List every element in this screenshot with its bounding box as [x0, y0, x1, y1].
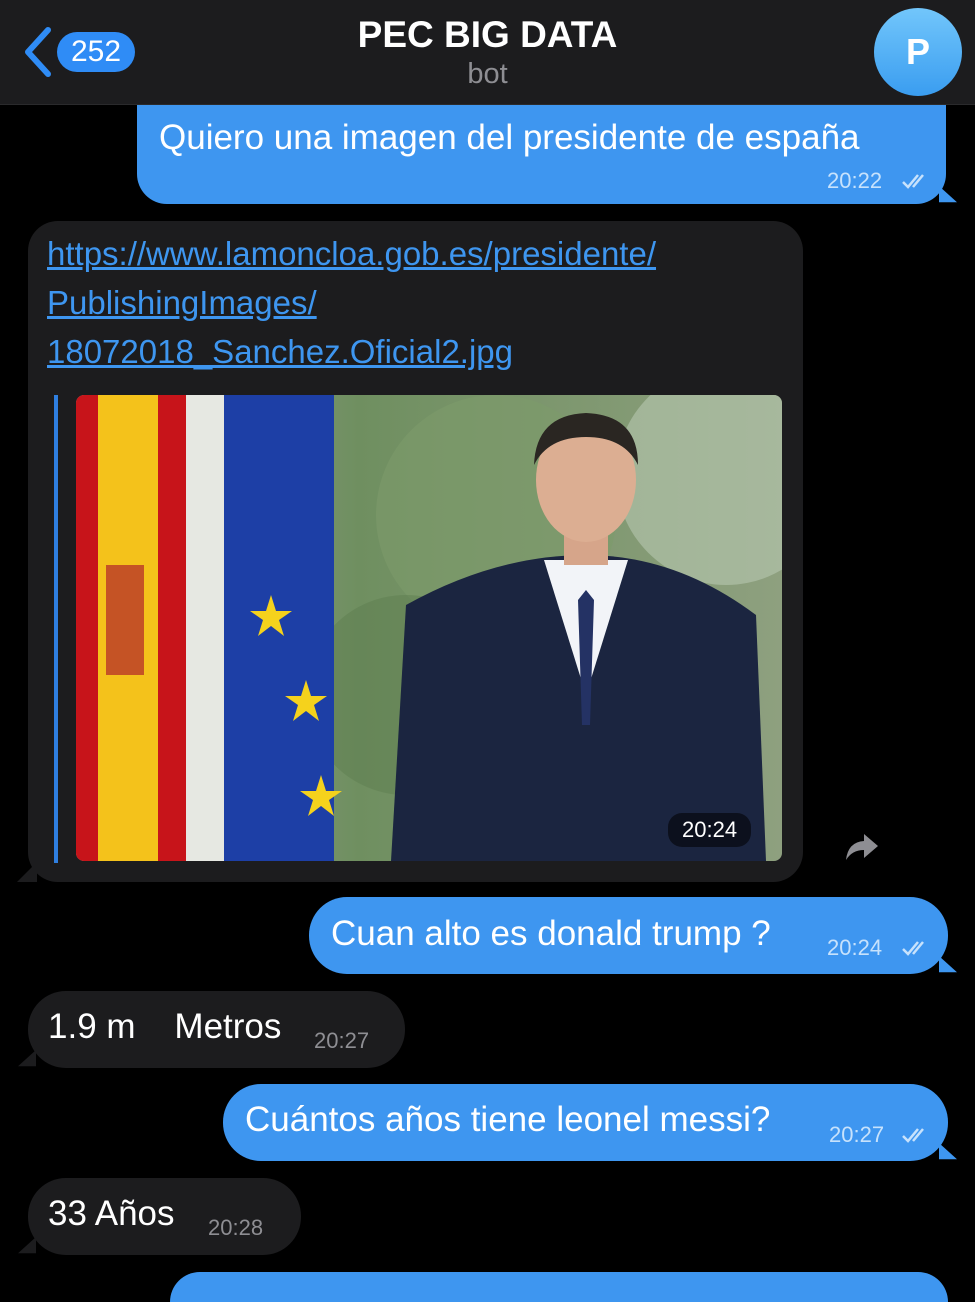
double-check-icon	[902, 941, 924, 956]
chat-header: 252 PEC BIG DATA bot P	[0, 0, 975, 105]
outgoing-message-partial[interactable]	[170, 1272, 948, 1302]
image-time: 20:24	[668, 813, 752, 847]
chat-title[interactable]: PEC BIG DATA	[0, 14, 975, 56]
link-preview-bar	[54, 395, 58, 863]
chat-subtitle: bot	[467, 58, 508, 90]
outgoing-message[interactable]: Cuan alto es donald trump ? 20:24	[309, 897, 948, 974]
message-text: 1.9 m Metros	[48, 1007, 282, 1046]
avatar[interactable]: P	[874, 8, 962, 96]
incoming-link-message[interactable]: https://www.lamoncloa.gob.es/presidente/…	[28, 221, 803, 882]
incoming-message[interactable]: 33 Años 20:28	[28, 1178, 301, 1255]
message-time: 20:27	[314, 1028, 370, 1053]
bubble-tail	[939, 956, 957, 973]
bubble-tail	[17, 862, 37, 882]
message-text: 33 Años	[48, 1194, 175, 1233]
outgoing-message[interactable]: Quiero una imagen del presidente de espa…	[137, 100, 946, 204]
bubble-tail	[18, 1050, 36, 1067]
bubble-tail	[939, 186, 957, 203]
message-time: 20:28	[208, 1215, 264, 1240]
message-link[interactable]: https://www.lamoncloa.gob.es/presidente/	[47, 229, 656, 278]
share-icon[interactable]	[844, 832, 880, 862]
message-link[interactable]: 18072018_Sanchez.Oficial2.jpg	[47, 327, 656, 376]
message-time: 20:24	[827, 935, 883, 960]
bubble-tail	[939, 1143, 957, 1160]
double-check-icon	[902, 174, 924, 189]
incoming-message[interactable]: 1.9 m Metros 20:27	[28, 991, 405, 1068]
link-preview-image[interactable]: 20:24	[76, 395, 782, 861]
president-photo	[76, 395, 782, 861]
outgoing-message[interactable]: Cuántos años tiene leonel messi? 20:27	[223, 1084, 948, 1161]
bubble-tail	[18, 1237, 36, 1254]
message-text: Cuan alto es donald trump ?	[331, 914, 771, 953]
message-link[interactable]: PublishingImages/	[47, 278, 656, 327]
message-time: 20:27	[829, 1122, 885, 1147]
double-check-icon	[902, 1128, 924, 1143]
message-text: Quiero una imagen del presidente de espa…	[159, 118, 860, 157]
message-time: 20:22	[827, 168, 883, 193]
message-text: Cuántos años tiene leonel messi?	[245, 1100, 771, 1139]
